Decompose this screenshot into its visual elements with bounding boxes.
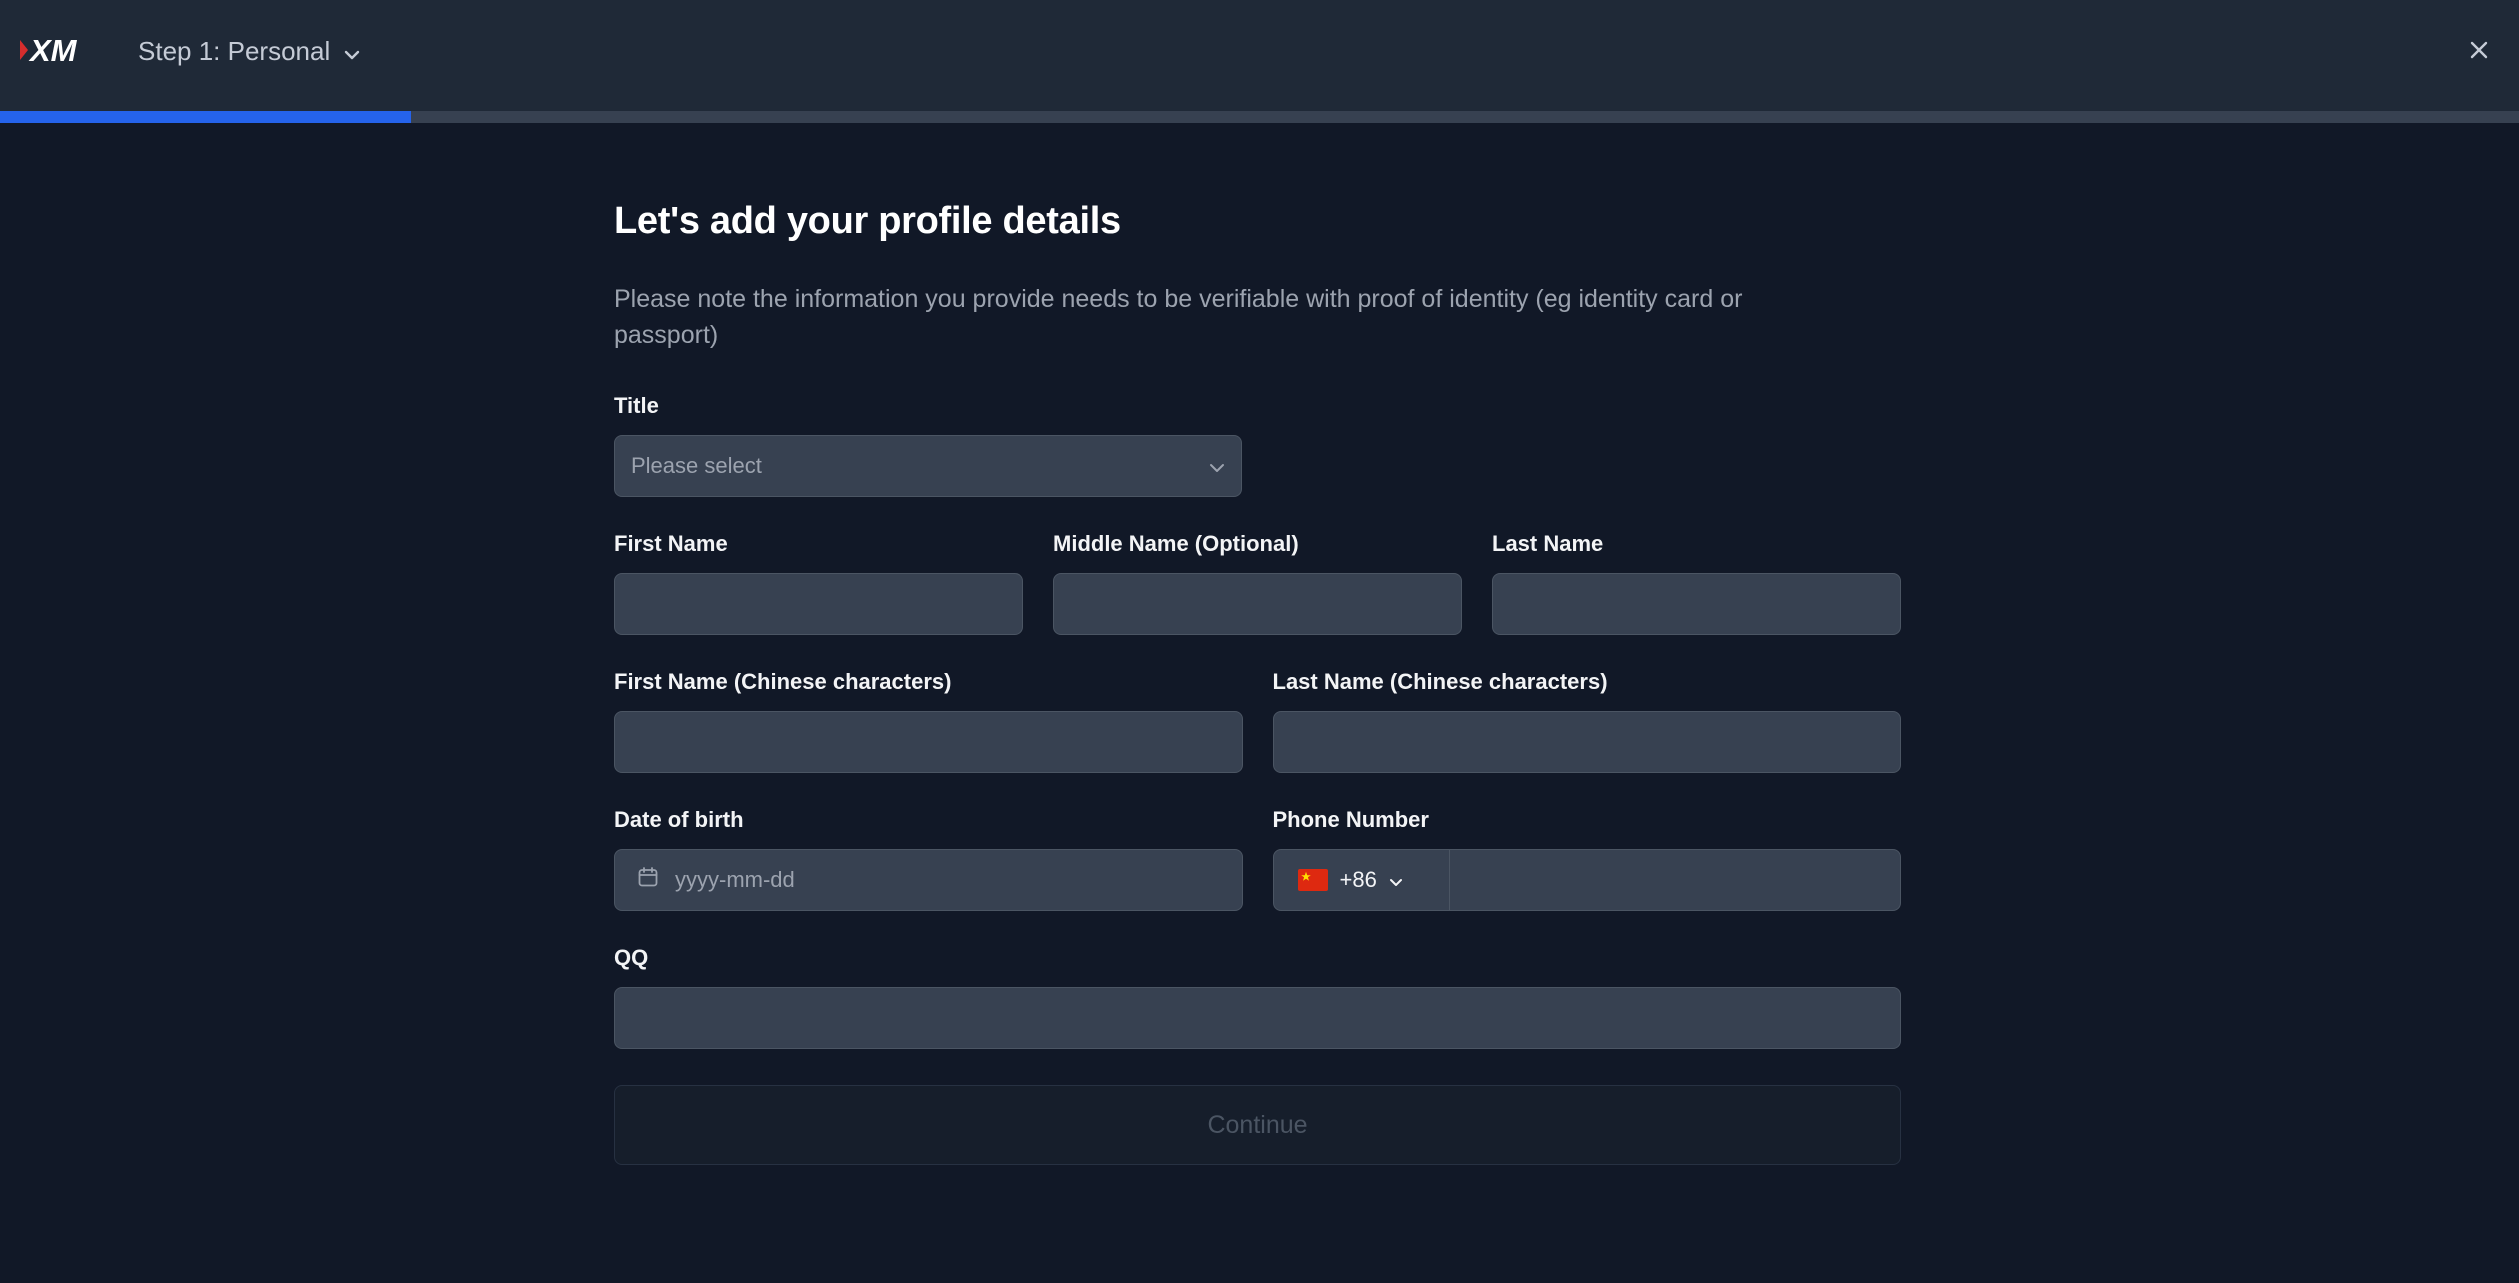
last-name-label: Last Name <box>1492 531 1604 556</box>
date-of-birth-placeholder: yyyy-mm-dd <box>675 867 795 892</box>
country-code-select[interactable]: +86 <box>1274 850 1450 910</box>
qq-field[interactable] <box>614 987 1901 1049</box>
middle-name-field[interactable] <box>1053 573 1462 635</box>
phone-number-label: Phone Number <box>1272 807 1429 832</box>
chevron-down-icon <box>344 36 360 67</box>
qq-input[interactable] <box>615 988 1900 1048</box>
profile-form: Let's add your profile details Please no… <box>614 200 1901 1165</box>
progress-fill <box>0 111 411 123</box>
china-flag-icon <box>1297 869 1328 891</box>
country-code-value: +86 <box>1339 867 1377 892</box>
date-of-birth-label: Date of birth <box>614 807 744 832</box>
continue-button[interactable]: Continue <box>614 1085 1901 1165</box>
first-name-label: First Name <box>614 531 728 556</box>
logo-text: XM <box>28 34 78 66</box>
progress-bar <box>0 111 2519 123</box>
last-name-chinese-field[interactable] <box>1272 711 1901 773</box>
first-name-chinese-input[interactable] <box>615 712 1242 772</box>
last-name-chinese-label: Last Name (Chinese characters) <box>1272 669 1608 694</box>
middle-name-label: Middle Name (Optional) <box>1053 531 1299 556</box>
top-bar: XM Step 1: Personal <box>0 0 2519 111</box>
chevron-down-icon <box>1389 867 1403 893</box>
last-name-field[interactable] <box>1492 573 1901 635</box>
date-of-birth-field[interactable]: yyyy-mm-dd <box>614 849 1243 911</box>
close-icon[interactable] <box>2465 36 2493 64</box>
qq-label: QQ <box>614 945 649 970</box>
calendar-icon <box>637 866 659 894</box>
step-label: Step 1: Personal <box>138 35 331 66</box>
title-select[interactable]: Please select <box>614 435 1242 497</box>
first-name-chinese-label: First Name (Chinese characters) <box>614 669 952 694</box>
phone-number-field: +86 <box>1272 849 1901 911</box>
chevron-down-icon <box>1209 453 1225 479</box>
middle-name-input[interactable] <box>1054 574 1461 634</box>
phone-number-input[interactable] <box>1449 850 1900 910</box>
first-name-input[interactable] <box>615 574 1022 634</box>
xm-logo: XM <box>18 33 90 68</box>
form-subtitle: Please note the information you provide … <box>614 285 1743 349</box>
first-name-chinese-field[interactable] <box>614 711 1243 773</box>
first-name-field[interactable] <box>614 573 1023 635</box>
page-title: Let's add your profile details <box>614 200 1121 242</box>
step-selector[interactable]: Step 1: Personal <box>138 30 360 72</box>
last-name-input[interactable] <box>1493 574 1900 634</box>
title-select-placeholder: Please select <box>631 453 762 478</box>
last-name-chinese-input[interactable] <box>1273 712 1900 772</box>
title-label: Title <box>614 393 659 418</box>
